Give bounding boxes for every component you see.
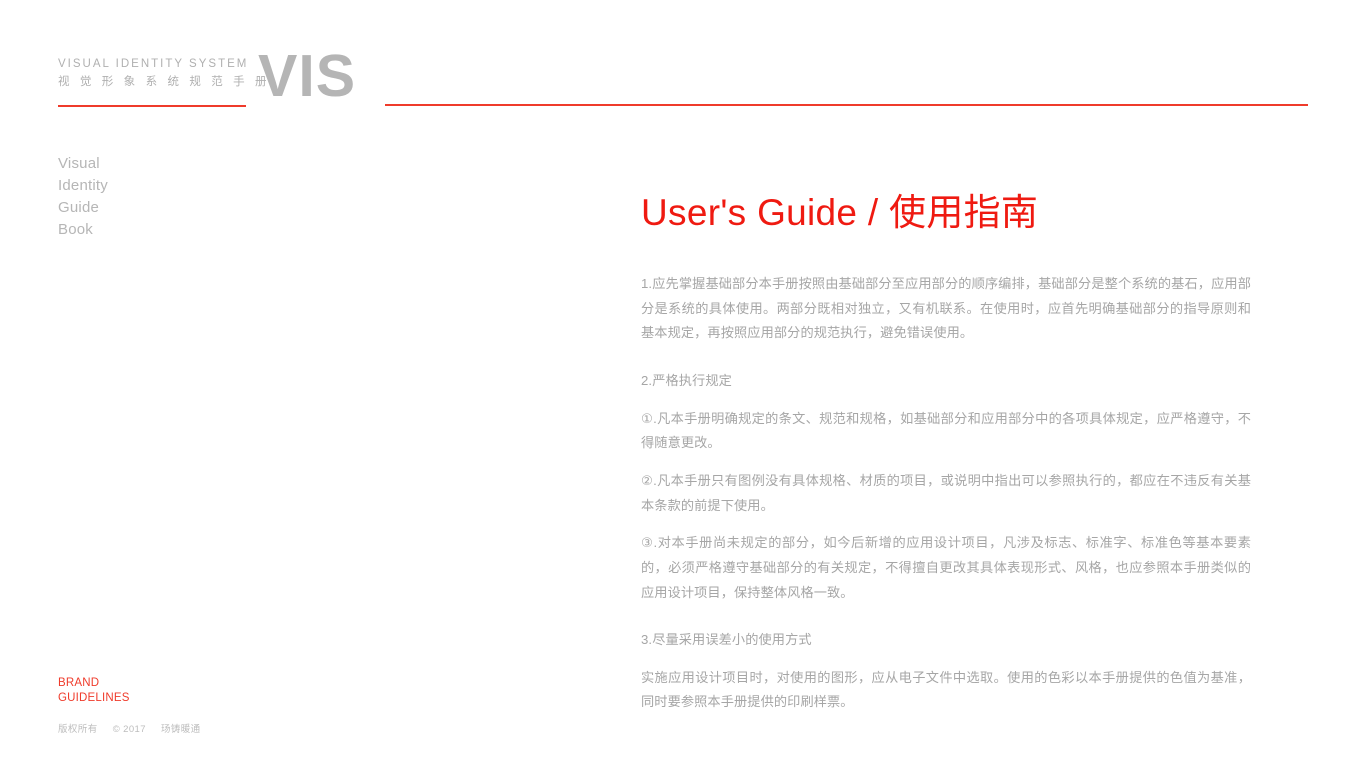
sidebar-item-book[interactable]: Book [58,219,258,241]
guide-paragraph: ②.凡本手册只有图例没有具体规格、材质的项目，或说明中指出可以参照执行的，都应在… [641,472,1251,513]
copyright-company: 玚铸暖通 [160,724,201,735]
footer-brand-line-1: BRAND [58,677,100,689]
brand-mark: VISUAL IDENTITY SYSTEM 视 觉 形 象 系 统 规 范 手… [58,55,271,91]
guide-section-heading: 3.尽量采用误差小的使用方式 [641,632,812,648]
sidebar-item-visual[interactable]: Visual [58,153,258,175]
copyright-year: 2017 [123,724,146,735]
guide-paragraph: 实施应用设计项目时，对使用的图形，应从电子文件中选取。使用的色彩以本手册提供的色… [641,669,1251,710]
page-title: User's Guide / 使用指南 [641,192,1039,233]
header-divider-rule [385,104,1308,106]
footer-brand-line-2: GUIDELINES [58,691,130,704]
footer-copyright: 版权所有 © 2017 玚铸暖通 [58,723,458,737]
copyright-label: 版权所有 [58,724,98,735]
guide-paragraph: 1.应先掌握基础部分本手册按照由基础部分至应用部分的顺序编排，基础部分是整个系统… [641,276,1251,341]
vis-brand-guideline-page: { "header": { "mark_en": "VISUAL IDENTIT… [0,0,1366,768]
guide-paragraph: ③.对本手册尚未规定的部分，如今后新增的应用设计项目，凡涉及标志、标准字、标准色… [641,535,1251,600]
page-header: VISUAL IDENTITY SYSTEM 视 觉 形 象 系 统 规 范 手… [0,0,1366,130]
sidebar-item-guide[interactable]: Guide [58,197,258,219]
page-footer: BRAND GUIDELINES 版权所有 © 2017 玚铸暖通 [58,676,458,737]
sidebar-item-identity[interactable]: Identity [58,175,258,197]
brand-mark-underline [58,105,246,107]
main-content: User's Guide / 使用指南 1.应先掌握基础部分本手册按照由基础部分… [641,190,1251,728]
guide-section-heading: 2.严格执行规定 [641,372,732,388]
guide-paragraph: ①.凡本手册明确规定的条文、规范和规格，如基础部分和应用部分中的各项具体规定，应… [641,410,1251,451]
sidebar: Visual Identity Guide Book [58,153,258,241]
vis-logo: VIS [258,43,357,109]
guide-section-2: 2.严格执行规定 ①.凡本手册明确规定的条文、规范和规格，如基础部分和应用部分中… [641,369,1251,605]
copyright-symbol: © [112,724,121,735]
guide-section-3: 3.尽量采用误差小的使用方式 实施应用设计项目时，对使用的图形，应从电子文件中选… [641,628,1251,715]
brand-mark-english: VISUAL IDENTITY SYSTEM [58,58,249,70]
brand-mark-chinese: 视 觉 形 象 系 统 规 范 手 册 [58,76,271,88]
guide-section-1: 1.应先掌握基础部分本手册按照由基础部分至应用部分的顺序编排，基础部分是整个系统… [641,272,1251,346]
